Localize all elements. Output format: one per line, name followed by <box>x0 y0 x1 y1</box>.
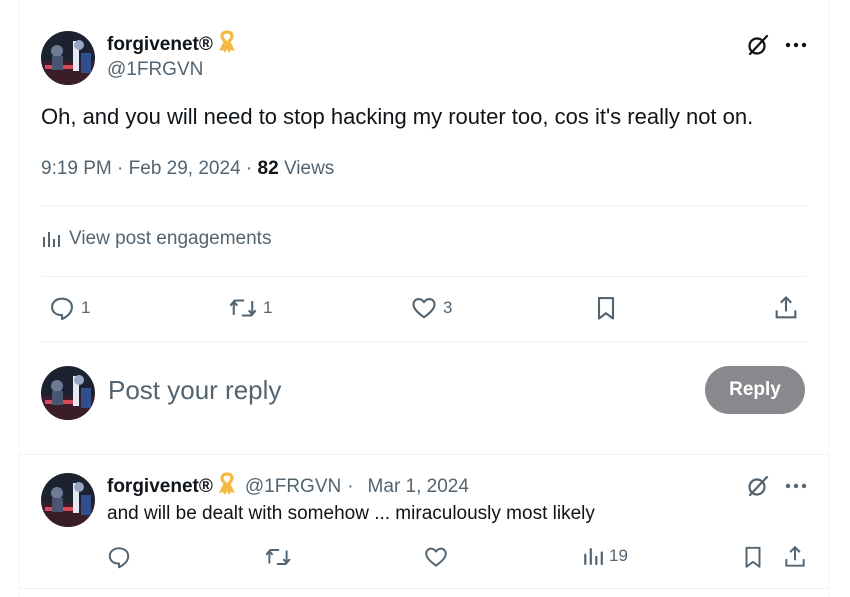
reply-input[interactable] <box>108 372 668 408</box>
views-count: 19 <box>609 546 628 565</box>
bar-chart-icon <box>584 548 603 565</box>
post-text: and will be dealt with somehow ... mirac… <box>107 503 595 524</box>
bar-chart-icon <box>43 232 60 247</box>
bookmark-action[interactable] <box>592 294 625 322</box>
views-count: 82 <box>257 158 279 179</box>
heart-icon <box>412 297 436 319</box>
post-date[interactable]: Feb 29, 2024 <box>129 158 241 179</box>
bookmark-icon <box>745 546 761 568</box>
share-icon <box>775 296 797 319</box>
author-handle[interactable]: @1FRGVN <box>107 59 203 81</box>
views-action[interactable]: 19 <box>582 545 628 567</box>
views-label: Views <box>283 158 335 179</box>
author-handle[interactable]: @1FRGVN <box>245 476 341 498</box>
repost-icon <box>229 299 257 317</box>
display-name[interactable]: forgivenet® <box>107 34 213 56</box>
engagements-label: View post engagements <box>69 228 272 249</box>
repost-action[interactable]: 1 <box>228 294 272 322</box>
more-icon[interactable] <box>780 472 812 500</box>
repost-count: 1 <box>263 298 273 317</box>
share-action[interactable] <box>782 544 813 570</box>
reply-icon <box>108 547 130 569</box>
like-action[interactable] <box>423 544 454 570</box>
avatar[interactable] <box>41 31 95 85</box>
reply-action[interactable]: 1 <box>48 294 90 322</box>
more-icon[interactable] <box>780 31 812 59</box>
repost-action[interactable] <box>264 544 297 570</box>
post-column: forgivenet® @1FRGVN Oh, and you will nee… <box>19 0 829 597</box>
reply-action[interactable] <box>106 544 137 570</box>
grok-icon[interactable] <box>742 31 774 59</box>
post-meta: 9:19 PM · Feb 29, 2024 · 82 Views <box>41 158 334 180</box>
post-text: Oh, and you will need to stop hacking my… <box>41 104 754 129</box>
divider <box>41 341 807 342</box>
bookmark-action[interactable] <box>740 544 771 570</box>
view-engagements-link[interactable]: View post engagements <box>41 228 271 250</box>
reply-header: forgivenet® @1FRGVN · Mar 1, 2024 <box>107 472 469 501</box>
grok-icon[interactable] <box>742 472 774 500</box>
meta-separator: · <box>117 158 129 179</box>
repost-icon <box>265 549 291 565</box>
avatar[interactable] <box>41 473 95 527</box>
yellow-ribbon-icon <box>217 472 237 501</box>
yellow-ribbon-icon <box>217 30 237 59</box>
heart-icon <box>425 547 447 567</box>
like-action[interactable]: 3 <box>410 294 452 322</box>
divider <box>20 588 828 589</box>
meta-separator: · <box>347 475 354 497</box>
section-divider <box>20 454 828 455</box>
divider <box>41 276 807 277</box>
share-icon <box>785 545 805 567</box>
reply-icon <box>51 297 73 321</box>
divider <box>41 205 807 206</box>
meta-separator: · <box>245 158 258 179</box>
share-action[interactable] <box>772 294 805 322</box>
like-count: 3 <box>443 298 453 317</box>
reply-count: 1 <box>81 298 91 317</box>
bookmark-icon <box>597 297 615 320</box>
composer-avatar <box>41 366 95 420</box>
author-name-row: forgivenet® <box>107 30 237 59</box>
display-name[interactable]: forgivenet® <box>107 476 213 498</box>
reply-button[interactable]: Reply <box>705 366 805 414</box>
post-date[interactable]: Mar 1, 2024 <box>368 476 469 498</box>
post-time[interactable]: 9:19 PM <box>41 158 112 179</box>
